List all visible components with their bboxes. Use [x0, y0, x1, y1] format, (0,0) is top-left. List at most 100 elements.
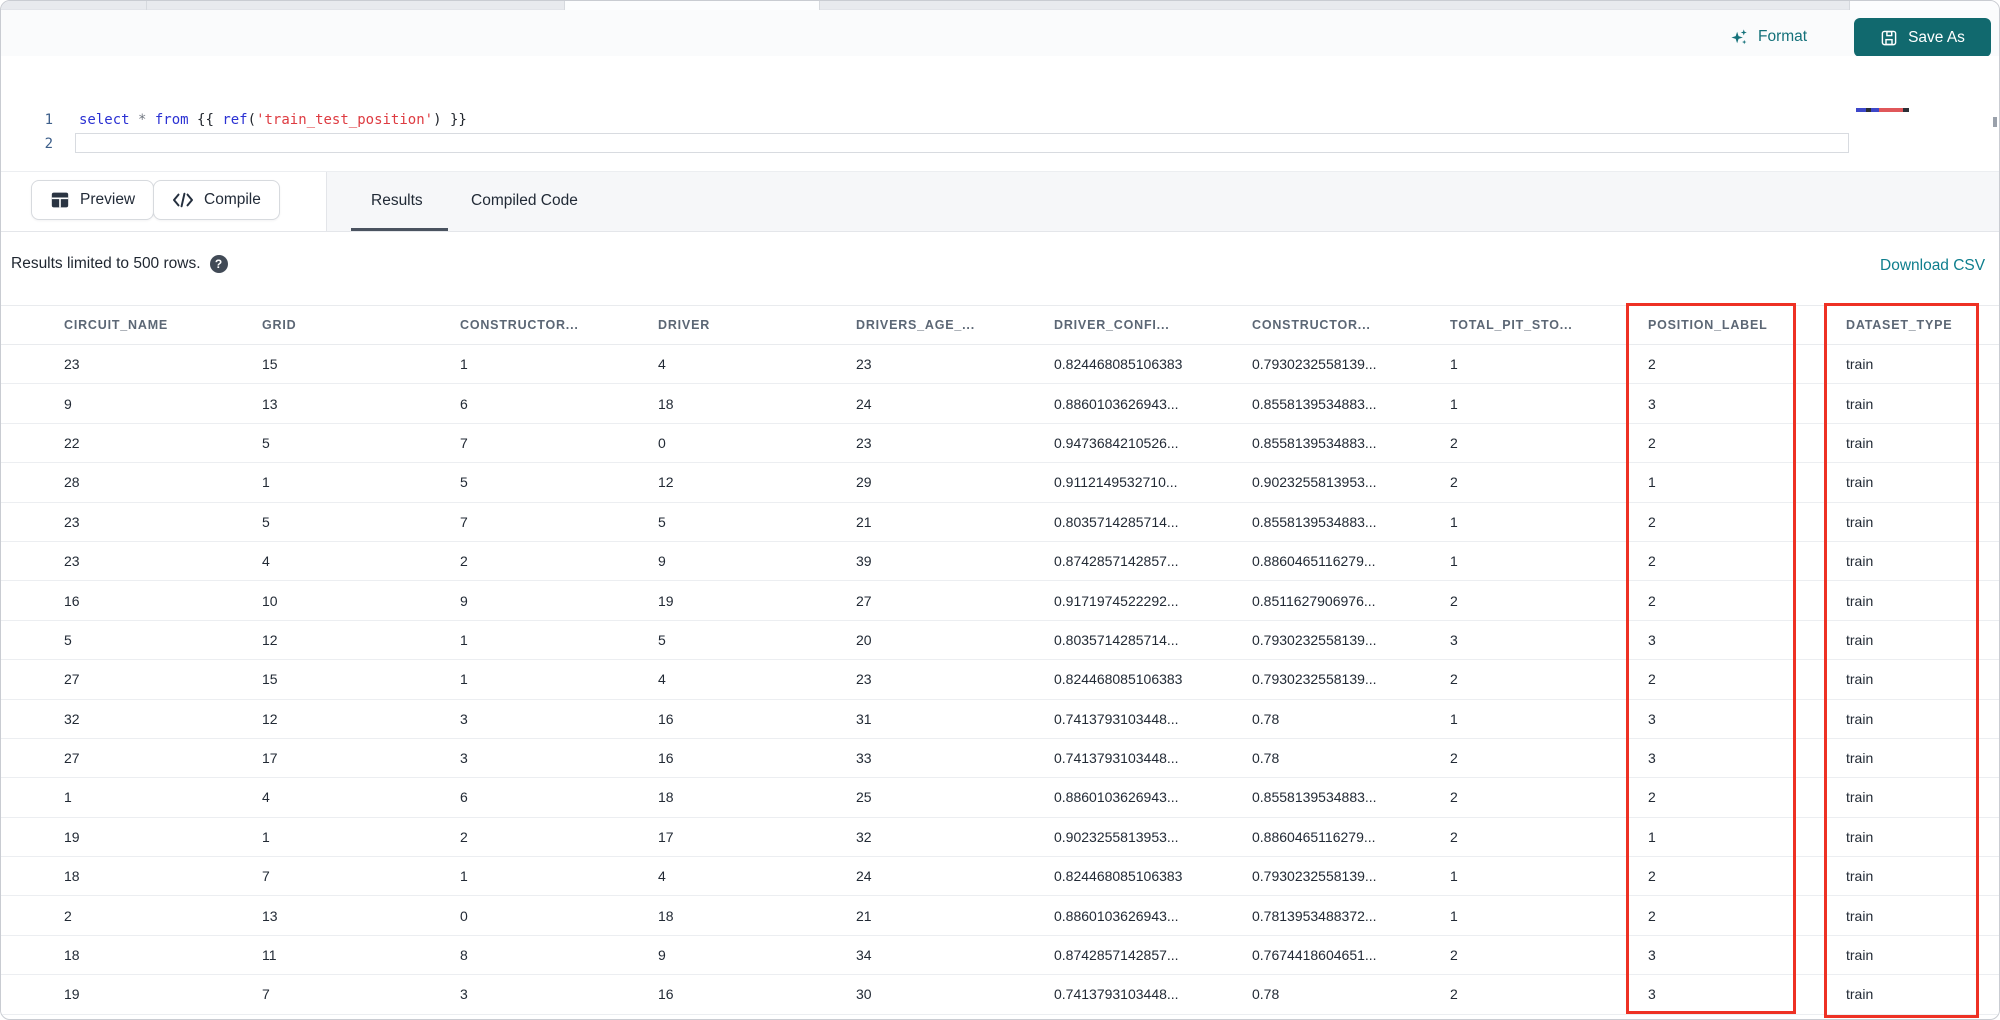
- table-cell: 20: [856, 631, 872, 648]
- table-grid-icon: [50, 191, 70, 209]
- format-button[interactable]: Format: [1730, 23, 1807, 51]
- table-cell: 3: [1450, 631, 1458, 648]
- table-cell: 15: [262, 671, 278, 688]
- table-cell: 25: [856, 789, 872, 806]
- active-editor-tab[interactable]: [564, 1, 819, 10]
- table-cell: 0.9112149532710...: [1054, 474, 1178, 491]
- table-cell: 4: [262, 553, 270, 570]
- table-cell: 4: [658, 356, 666, 373]
- row-limit-text: Results limited to 500 rows.: [11, 255, 201, 272]
- table-cell: 0: [658, 434, 666, 451]
- code-icon: [172, 191, 194, 209]
- table-cell: 0.7413793103448...: [1054, 750, 1179, 767]
- active-line-highlight[interactable]: [75, 133, 1849, 153]
- editor-toolbar: Format Save As: [1, 10, 1999, 57]
- sql-editor[interactable]: 1 2 select * from {{ ref('train_test_pos…: [1, 56, 1999, 171]
- save-as-button[interactable]: Save As: [1854, 18, 1991, 57]
- table-row: 23 5 7 5 21 0.8035714285714... 0.8558139534883…: [1, 502, 1999, 542]
- table-cell: 1: [262, 828, 270, 845]
- table-row: 9 13 6 18 24 0.8860103626943... 0.855813953488…: [1, 384, 1999, 424]
- table-cell: 16: [658, 710, 674, 727]
- row-limit-notice: Results limited to 500 rows. ?: [11, 255, 228, 273]
- table-cell: 18: [658, 907, 674, 924]
- table-cell: train: [1846, 434, 1874, 451]
- table-cell: 5: [64, 631, 72, 648]
- active-tab-indicator: [351, 228, 448, 231]
- table-cell: train: [1846, 474, 1874, 491]
- table-cell: train: [1846, 553, 1874, 570]
- table-cell: train: [1846, 356, 1874, 373]
- table-cell: 0.9023255813953...: [1054, 828, 1179, 845]
- table-cell: 39: [856, 553, 872, 570]
- download-csv-link[interactable]: Download CSV: [1880, 257, 1985, 275]
- table-cell: 7: [262, 986, 270, 1003]
- table-cell: 2: [1450, 434, 1458, 451]
- preview-label: Preview: [80, 191, 136, 208]
- help-icon[interactable]: ?: [209, 255, 228, 273]
- table-cell: 23: [856, 434, 872, 451]
- table-cell: 0.8860465116279...: [1252, 553, 1376, 570]
- tab-divider: [564, 1, 565, 10]
- table-cell: 3: [460, 750, 468, 767]
- table-cell: 0.7674418604651...: [1252, 947, 1377, 964]
- table-cell: train: [1846, 986, 1874, 1003]
- code-token: ref: [222, 112, 248, 128]
- tab-results[interactable]: Results: [371, 172, 423, 229]
- table-cell: 0.8860465116279...: [1252, 828, 1376, 845]
- results-table: CIRCUIT_NAME GRID CONSTRUCTOR... DRIVER DRIV…: [1, 305, 1999, 1015]
- table-cell: train: [1846, 828, 1874, 845]
- table-cell: 1: [460, 631, 468, 648]
- column-header: CONSTRUCTOR...: [1252, 318, 1371, 332]
- table-cell: 0.8558139534883...: [1252, 789, 1377, 806]
- table-cell: 1: [1450, 513, 1458, 530]
- code-minimap[interactable]: [1856, 108, 1909, 112]
- column-header: TOTAL_PIT_STO...: [1450, 318, 1573, 332]
- table-cell: 0.9023255813953...: [1252, 474, 1377, 491]
- table-cell: 0.78: [1252, 750, 1280, 767]
- table-cell: 31: [856, 710, 872, 727]
- table-cell: 2: [1648, 356, 1656, 373]
- table-cell: 2: [1648, 553, 1656, 570]
- column-header: CONSTRUCTOR...: [460, 318, 579, 332]
- code-token: select: [79, 112, 139, 128]
- table-cell: 3: [1648, 986, 1656, 1003]
- table-cell: 1: [460, 671, 468, 688]
- compile-button[interactable]: Compile: [153, 180, 280, 220]
- table-cell: 1: [1450, 356, 1458, 373]
- table-cell: 33: [856, 750, 872, 767]
- table-cell: train: [1846, 868, 1874, 885]
- editor-tab-strip: [1, 1, 1999, 10]
- editor-tab[interactable]: [1850, 1, 1999, 10]
- code-token: (: [247, 112, 257, 128]
- table-cell: train: [1846, 671, 1874, 688]
- compile-label: Compile: [204, 191, 261, 208]
- table-cell: 10: [262, 592, 278, 609]
- tab-compiled-code[interactable]: Compiled Code: [471, 172, 578, 229]
- table-cell: 2: [1648, 513, 1656, 530]
- table-cell: train: [1846, 750, 1874, 767]
- table-cell: 0.8860103626943...: [1054, 907, 1179, 924]
- table-cell: 6: [460, 395, 468, 412]
- table-cell: 21: [856, 513, 872, 530]
- table-cell: 1: [460, 356, 468, 373]
- minimap-segment: [1871, 108, 1879, 112]
- app-window: Format Save As 1 2 select * from {{ ref(…: [0, 0, 2000, 1020]
- table-cell: 0.9171974522292...: [1054, 592, 1179, 609]
- table-cell: 2: [1648, 907, 1656, 924]
- table-cell: 1: [64, 789, 72, 806]
- table-cell: 7: [262, 868, 270, 885]
- table-cell: 3: [1648, 710, 1656, 727]
- table-cell: 1: [1648, 828, 1656, 845]
- table-row: 22 5 7 0 23 0.9473684210526... 0.8558139534883…: [1, 423, 1999, 464]
- save-icon: [1880, 29, 1898, 47]
- table-cell: 2: [1450, 750, 1458, 767]
- table-cell: 30: [856, 986, 872, 1003]
- table-cell: 3: [1648, 750, 1656, 767]
- scrollbar-marker[interactable]: [1993, 117, 1997, 127]
- table-cell: 23: [64, 513, 80, 530]
- table-cell: 5: [262, 513, 270, 530]
- minimap-segment: [1879, 108, 1903, 112]
- table-cell: 0.7930232558139...: [1252, 356, 1377, 373]
- table-cell: train: [1846, 710, 1874, 727]
- preview-button[interactable]: Preview: [31, 180, 155, 220]
